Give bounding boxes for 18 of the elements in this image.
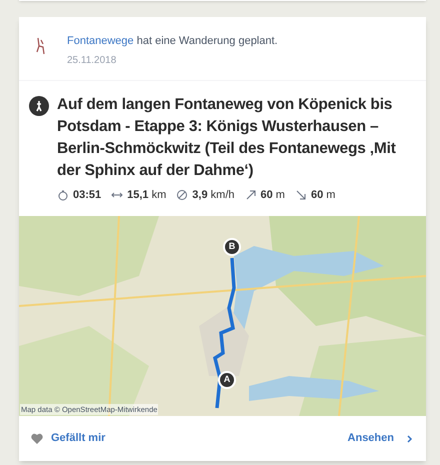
- like-button[interactable]: Gefällt mir: [31, 430, 106, 447]
- tour-title: Auf dem langen Fontaneweg von Köpenick bis Potsdam - Etappe 3: Königs Wusterhausen – Berlin-Schmöckwitz (Teil des Fontanewegs ‚Mit der Sphinx auf der Dahme‘): [57, 94, 397, 180]
- speed-icon: [176, 188, 188, 201]
- stat-value: 60 m: [310, 188, 336, 202]
- stat-value: 15,1 km: [127, 188, 166, 202]
- post-text: Fontanewege hat eine Wanderung geplant.: [67, 34, 278, 49]
- ascent-icon: [244, 188, 256, 201]
- hiker-icon: [29, 96, 49, 116]
- view-button[interactable]: Ansehen: [348, 430, 414, 447]
- descent-icon: [294, 188, 307, 201]
- stat-value: 60 m: [260, 188, 285, 202]
- chevron-right-icon: [406, 434, 414, 442]
- post-date: 25.11.2018: [67, 54, 118, 68]
- author-link[interactable]: Fontanewege: [67, 35, 134, 47]
- stat-value: 03:51: [73, 188, 102, 202]
- heart-icon: [31, 432, 43, 444]
- stat-value: 3,9 km/h: [192, 188, 234, 202]
- stopwatch-icon: [57, 188, 69, 201]
